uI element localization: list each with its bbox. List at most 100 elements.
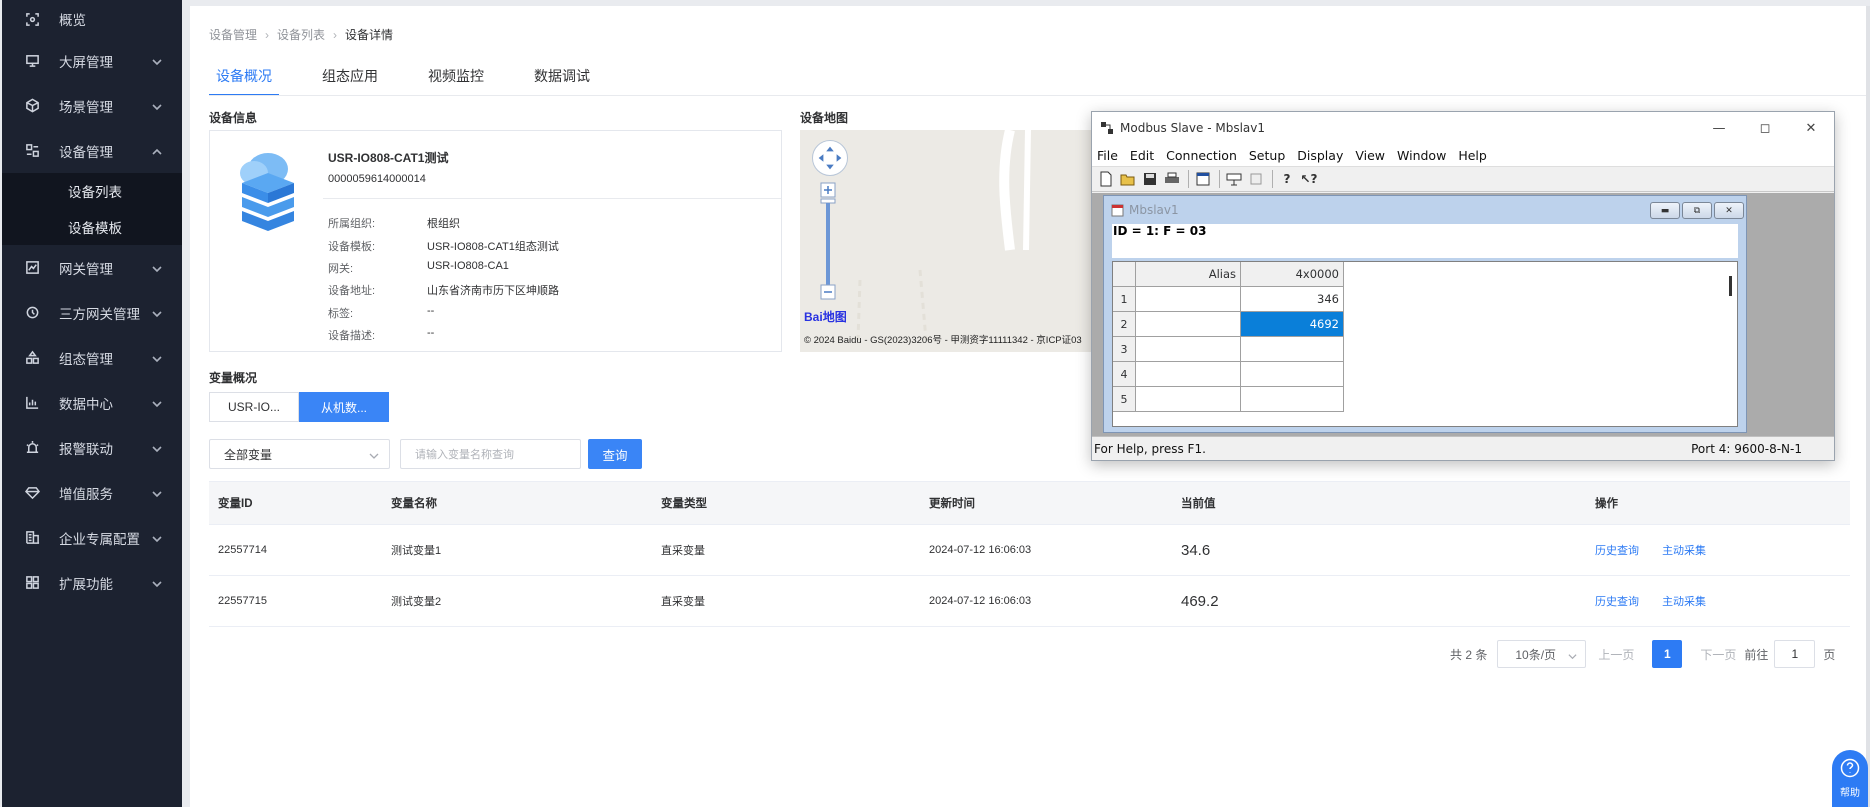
open-folder-icon[interactable] bbox=[1118, 169, 1138, 189]
sidebar-item-value-added[interactable]: 增值服务 bbox=[2, 470, 182, 515]
help-button[interactable]: 帮助 bbox=[1832, 750, 1868, 807]
tab-video[interactable]: 视频监控 bbox=[421, 56, 491, 96]
slave-tab-usr[interactable]: USR-IO... bbox=[209, 392, 299, 422]
chevron-up-icon bbox=[152, 145, 162, 155]
breadcrumb-item[interactable]: 设备列表 bbox=[277, 26, 325, 43]
help-question-icon[interactable]: ? bbox=[1277, 169, 1297, 189]
print-icon[interactable] bbox=[1162, 169, 1182, 189]
register-value-cell[interactable] bbox=[1241, 387, 1344, 412]
tab-config-app[interactable]: 组态应用 bbox=[315, 56, 385, 96]
next-page-button[interactable]: 下一页 bbox=[1700, 646, 1736, 663]
tab-overview[interactable]: 设备概况 bbox=[209, 56, 279, 96]
slave-tabs: USR-IO... 从机数... bbox=[209, 392, 389, 422]
sidebar-item-gateway[interactable]: 网关管理 bbox=[2, 245, 182, 290]
prev-page-button[interactable]: 上一页 bbox=[1598, 646, 1634, 663]
map-pan-control[interactable] bbox=[812, 140, 848, 176]
alias-cell[interactable] bbox=[1136, 287, 1241, 312]
menu-help[interactable]: Help bbox=[1458, 148, 1487, 163]
grid-corner bbox=[1113, 262, 1136, 287]
pagination-total: 共 2 条 bbox=[1450, 647, 1488, 662]
tab-data-debug[interactable]: 数据调试 bbox=[527, 56, 597, 96]
maximize-button[interactable]: ◻ bbox=[1742, 112, 1788, 144]
page-unit-label: 页 bbox=[1823, 647, 1836, 662]
chevron-down-icon bbox=[152, 55, 162, 66]
variable-filter-select[interactable]: 全部变量 bbox=[209, 439, 390, 469]
submenu-item-device-template[interactable]: 设备模板 bbox=[2, 209, 182, 245]
alias-cell[interactable] bbox=[1136, 387, 1241, 412]
chevron-down-icon bbox=[152, 262, 162, 273]
sidebar-item-thirdparty[interactable]: 三方网关管理 bbox=[2, 290, 182, 335]
scroll-thumb[interactable] bbox=[1729, 276, 1732, 296]
menu-display[interactable]: Display bbox=[1297, 148, 1343, 163]
status-help-text: For Help, press F1. bbox=[1094, 441, 1206, 456]
field-value: USR-IO808-CA1 bbox=[427, 260, 509, 272]
minimize-button[interactable]: — bbox=[1696, 112, 1742, 144]
close-button[interactable]: ✕ bbox=[1788, 112, 1834, 144]
sidebar-item-scene[interactable]: 场景管理 bbox=[2, 83, 182, 128]
child-title: Mbslav1 bbox=[1129, 203, 1179, 217]
slave-tab-slave-data[interactable]: 从机数... bbox=[299, 392, 389, 422]
window-icon[interactable] bbox=[1193, 169, 1213, 189]
table-row: 22557715 测试变量2 直采变量 2024-07-12 16:06:03 … bbox=[209, 576, 1850, 627]
connect-icon[interactable] bbox=[1224, 169, 1244, 189]
query-button[interactable]: 查询 bbox=[588, 439, 642, 469]
breadcrumb-item[interactable]: 设备管理 bbox=[209, 26, 257, 43]
variable-search-input[interactable]: 请输入变量名称查询 bbox=[400, 439, 581, 469]
sidebar-item-enterprise[interactable]: 企业专属配置 bbox=[2, 515, 182, 560]
sidebar-item-overview[interactable]: 概览 bbox=[2, 0, 182, 38]
alias-cell[interactable] bbox=[1136, 312, 1241, 337]
context-help-icon[interactable]: ↖? bbox=[1299, 169, 1319, 189]
child-minimize-button[interactable]: ▬ bbox=[1650, 202, 1680, 219]
field-label: 网关: bbox=[328, 263, 354, 275]
device-cube-icon bbox=[234, 145, 298, 231]
child-titlebar[interactable]: Mbslav1 ▬ ⧉ ✕ bbox=[1104, 196, 1746, 224]
child-restore-button[interactable]: ⧉ bbox=[1682, 202, 1712, 219]
baidu-logo-map: 地图 bbox=[822, 310, 847, 324]
grid-scrollbar[interactable] bbox=[1725, 262, 1737, 426]
col-header: 变量类型 bbox=[661, 498, 707, 510]
menu-window[interactable]: Window bbox=[1397, 148, 1446, 163]
page-scrollbar[interactable] bbox=[1866, 6, 1870, 807]
page-size-select[interactable]: 10条/页 bbox=[1497, 640, 1587, 668]
sidebar-item-config[interactable]: 组态管理 bbox=[2, 335, 182, 380]
scene-icon bbox=[24, 98, 40, 114]
register-value-cell-selected[interactable]: 4692 bbox=[1241, 312, 1344, 337]
history-query-link[interactable]: 历史查询 bbox=[1595, 545, 1639, 557]
menu-view[interactable]: View bbox=[1355, 148, 1385, 163]
sidebar-item-data-center[interactable]: 数据中心 bbox=[2, 380, 182, 425]
sidebar-item-alarm[interactable]: 报警联动 bbox=[2, 425, 182, 470]
register-value-cell[interactable]: 346 bbox=[1241, 287, 1344, 312]
register-grid[interactable]: Alias 4x0000 1 346 2 4692 3 4 5 bbox=[1112, 261, 1738, 427]
alias-cell[interactable] bbox=[1136, 337, 1241, 362]
sidebar-item-screen[interactable]: 大屏管理 bbox=[2, 38, 182, 83]
child-close-button[interactable]: ✕ bbox=[1714, 202, 1744, 219]
menu-setup[interactable]: Setup bbox=[1249, 148, 1285, 163]
disconnect-icon[interactable] bbox=[1246, 169, 1266, 189]
register-value-cell[interactable] bbox=[1241, 337, 1344, 362]
menu-edit[interactable]: Edit bbox=[1130, 148, 1154, 163]
history-query-link[interactable]: 历史查询 bbox=[1595, 596, 1639, 608]
save-icon[interactable] bbox=[1140, 169, 1160, 189]
page-number-current[interactable]: 1 bbox=[1652, 640, 1683, 668]
select-value: 全部变量 bbox=[224, 447, 273, 462]
device-map[interactable]: Bai地图 © 2024 Baidu - GS(2023)3206号 - 甲测资… bbox=[800, 130, 1100, 352]
new-file-icon[interactable] bbox=[1096, 169, 1116, 189]
menu-connection[interactable]: Connection bbox=[1166, 148, 1237, 163]
field-value: USR-IO808-CAT1组态测试 bbox=[427, 241, 559, 253]
submenu-item-device-list[interactable]: 设备列表 bbox=[2, 173, 182, 209]
cell-type: 直采变量 bbox=[661, 545, 705, 557]
goto-page-input[interactable]: 1 bbox=[1774, 640, 1816, 668]
active-collect-link[interactable]: 主动采集 bbox=[1662, 596, 1706, 608]
active-collect-link[interactable]: 主动采集 bbox=[1662, 545, 1706, 557]
register-value-cell[interactable] bbox=[1241, 362, 1344, 387]
sidebar-item-device[interactable]: 设备管理 bbox=[2, 128, 182, 173]
cell-id: 22557714 bbox=[218, 544, 267, 556]
sidebar-item-extensions[interactable]: 扩展功能 bbox=[2, 560, 182, 605]
chevron-down-icon bbox=[152, 352, 162, 363]
window-titlebar[interactable]: Modbus Slave - Mbslav1 — ◻ ✕ bbox=[1092, 112, 1834, 144]
field-tags: 标签: -- bbox=[328, 305, 434, 321]
alias-cell[interactable] bbox=[1136, 362, 1241, 387]
menu-file[interactable]: File bbox=[1097, 148, 1118, 163]
chevron-down-icon bbox=[1568, 650, 1577, 664]
map-zoom-control[interactable] bbox=[820, 182, 836, 300]
